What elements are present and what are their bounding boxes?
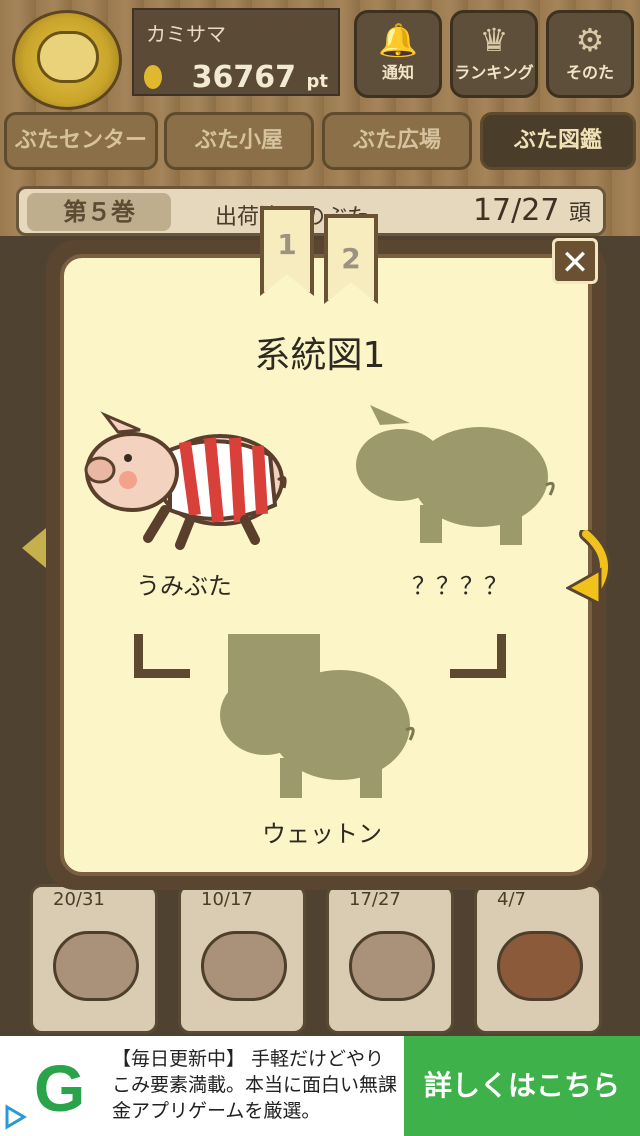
prev-page-arrow-icon[interactable] <box>22 528 46 568</box>
volume-label: 第５巻 <box>27 193 171 231</box>
ad-logo: G <box>34 1051 86 1125</box>
parent-right-name: ？？？？ <box>412 572 508 600</box>
parent-left-name: うみぶた <box>136 572 232 600</box>
tab-buta-plaza[interactable]: ぶた広場 <box>322 112 472 170</box>
ranking-button[interactable]: ♛ ランキング <box>450 10 538 98</box>
ad-cta-button[interactable]: 詳しくはこちら <box>404 1036 640 1136</box>
child-name: ウェットン <box>262 820 382 848</box>
book-card[interactable]: 20/31 <box>30 884 158 1034</box>
main-tabs: ぶたセンター ぶた小屋 ぶた広場 ぶた図鑑 <box>0 112 640 172</box>
player-info-box: カミサマ 36767 pt <box>132 8 340 96</box>
notification-button[interactable]: 🔔 通知 <box>354 10 442 98</box>
close-button[interactable]: ✕ <box>552 238 598 284</box>
next-page-arrow-icon[interactable] <box>566 530 618 604</box>
unknown-pig-silhouette <box>356 405 555 545</box>
pig-face-icon <box>53 931 139 1001</box>
book-card[interactable]: 4/7 <box>474 884 602 1034</box>
crown-icon: ♛ <box>479 21 509 59</box>
points-display: 36767 pt <box>191 60 328 95</box>
bell-icon: 🔔 <box>378 21 418 59</box>
umibuta-pig-image <box>84 411 287 550</box>
tree-bracket-left <box>134 634 190 678</box>
tree-bracket-right <box>450 634 506 678</box>
pig-face-icon <box>349 931 435 1001</box>
tab-buta-center[interactable]: ぶたセンター <box>4 112 158 170</box>
pig-face-icon <box>201 931 287 1001</box>
ad-text: 【毎日更新中】 手軽だけどやりこみ要素満載。本当に面白い無課金アプリゲームを厳選… <box>112 1048 398 1122</box>
player-name: カミサマ <box>146 22 226 46</box>
gear-icon: ⚙ <box>575 21 605 59</box>
book-count: 17/27 頭 <box>472 193 591 228</box>
ad-choices-icon[interactable] <box>2 1104 28 1130</box>
other-button[interactable]: ⚙ そのた <box>546 10 634 98</box>
book-card[interactable]: 17/27 <box>326 884 454 1034</box>
tab-buta-encyclopedia[interactable]: ぶた図鑑 <box>480 112 636 170</box>
dialog-title: 系統図1 <box>254 335 386 376</box>
ad-banner[interactable]: G 【毎日更新中】 手軽だけどやりこみ要素満載。本当に面白い無課金アプリゲームを… <box>0 1036 640 1136</box>
wetton-pig-silhouette <box>220 634 415 798</box>
pig-badge-icon <box>37 31 99 83</box>
player-avatar[interactable] <box>12 10 122 110</box>
book-card[interactable]: 10/17 <box>178 884 306 1034</box>
tab-buta-house[interactable]: ぶた小屋 <box>164 112 314 170</box>
boar-face-icon <box>497 931 583 1001</box>
coin-icon <box>144 65 162 89</box>
